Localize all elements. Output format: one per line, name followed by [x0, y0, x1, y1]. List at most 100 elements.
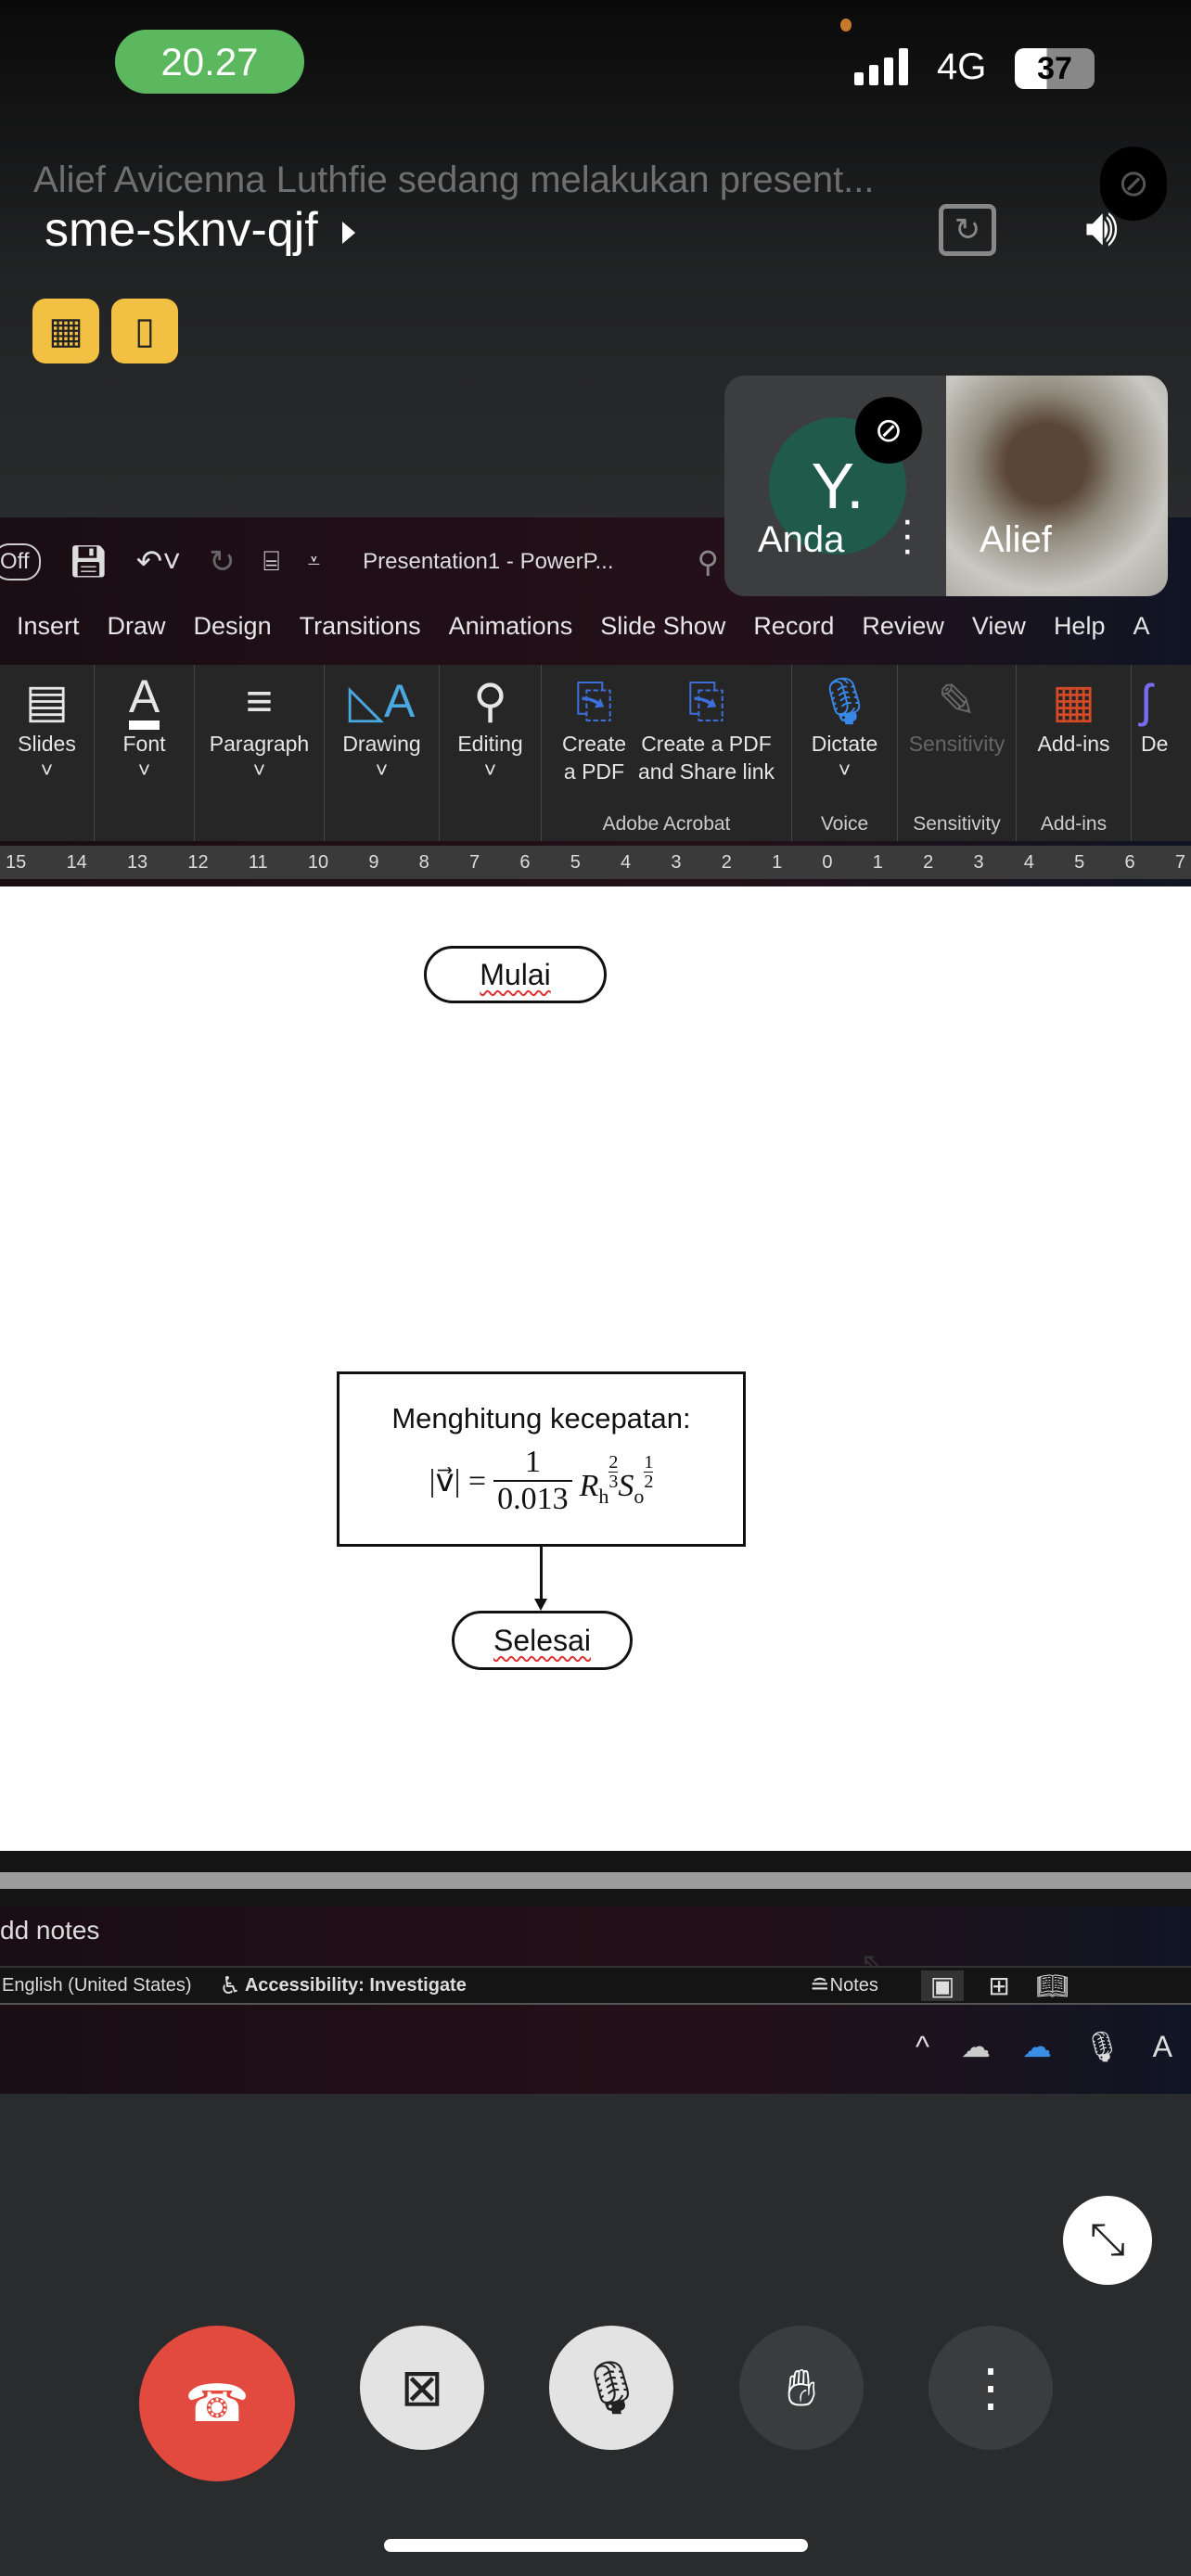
end-call-button[interactable]: ☎︎ — [139, 2326, 295, 2481]
drawing-button[interactable]: ◺A Drawing ˅ — [325, 665, 440, 841]
tab-review[interactable]: Review — [862, 612, 944, 641]
ruler-tick: 7 — [1174, 851, 1185, 873]
arrow-head — [534, 1599, 547, 1611]
host-controls-icon[interactable]: ▦ — [32, 299, 99, 363]
tab-help[interactable]: Help — [1054, 612, 1106, 641]
microphone-icon[interactable]: 🎙︎ — [1083, 2029, 1121, 2064]
mic-toggle-button[interactable]: 🎙︎ — [549, 2326, 673, 2450]
flowchart-process[interactable]: Menghitung kecepatan: |v⃗| = 1 0.013 Rh 2 3… — [337, 1371, 746, 1547]
sensitivity-icon: ✎ — [937, 675, 977, 727]
meeting-code[interactable]: sme-sknv-qjf — [45, 202, 355, 258]
ruler-tick: 2 — [923, 851, 934, 873]
search-icon[interactable]: ⚲ — [698, 544, 719, 580]
flowchart-end[interactable]: Selesai — [452, 1611, 633, 1670]
ruler-tick: 3 — [671, 851, 682, 873]
dictate-button[interactable]: 🎙︎ Dictate ˅ Voice — [792, 665, 898, 841]
paragraph-button[interactable]: ≡ Paragraph ˅ — [195, 665, 325, 841]
tab-transitions[interactable]: Transitions — [300, 612, 421, 641]
mic-off-icon: ⊘ — [855, 397, 922, 464]
raise-hand-button[interactable]: ✋︎ — [739, 2326, 864, 2450]
switch-camera-icon[interactable]: ↻ — [939, 204, 996, 256]
add-ins-icon: ▦ — [1051, 675, 1096, 727]
font-button[interactable]: A Font ˅ — [95, 665, 195, 841]
ruler-tick: 0 — [822, 851, 833, 873]
present-icon[interactable]: ⌸ — [263, 546, 280, 578]
ruler-tick: 5 — [570, 851, 581, 873]
slide-canvas: Mulai Menghitung kecepatan: |v⃗| = 1 0.01… — [0, 886, 1191, 1979]
create-pdf-share-button[interactable]: ⎘ Create a PDF and Share link — [637, 672, 776, 785]
tab-insert[interactable]: Insert — [17, 612, 80, 641]
ruler-tick: 4 — [621, 851, 632, 873]
slides-button[interactable]: ▤ Slides ˅ — [0, 665, 95, 841]
privacy-indicator — [840, 19, 852, 32]
tab-slide-show[interactable]: Slide Show — [600, 612, 725, 641]
tab-record[interactable]: Record — [753, 612, 834, 641]
create-pdf-button[interactable]: ⎘ Create a PDF — [557, 672, 632, 785]
tab-animations[interactable]: Animations — [449, 612, 573, 641]
customize-icon[interactable]: ⩡ — [308, 549, 321, 575]
flowchart-start[interactable]: Mulai — [424, 946, 607, 1003]
battery-level: 37 — [1037, 50, 1072, 86]
slide-sorter-icon[interactable]: ⊞ — [988, 1970, 1009, 2001]
autosave-toggle[interactable]: Off — [0, 543, 41, 580]
hang-up-icon: ☎︎ — [185, 2374, 250, 2432]
input-indicator[interactable]: A — [1153, 2030, 1172, 2064]
editing-button[interactable]: ⚲ Editing ˅ — [440, 665, 542, 841]
more-options-icon[interactable]: · · · — [901, 500, 915, 570]
ruler-tick: 11 — [248, 851, 268, 873]
speaker-icon[interactable]: 🔊︎ — [1085, 197, 1118, 259]
save-icon[interactable]: 💾︎ — [69, 543, 109, 580]
connector-arrow — [540, 1547, 543, 1604]
presenting-banner: Alief Avicenna Luthfie sedang melakukan … — [33, 159, 875, 200]
home-indicator[interactable] — [384, 2539, 808, 2552]
participant-name: Alief — [980, 519, 1052, 560]
accessibility-status[interactable]: Accessibility: Investigate — [245, 1975, 467, 1996]
onedrive-icon[interactable]: ☁ — [1022, 2029, 1052, 2064]
notes-input[interactable]: dd notes — [0, 1916, 99, 1945]
cloud-icon[interactable]: ☁ — [961, 2029, 991, 2064]
ruler-tick: 3 — [973, 851, 984, 873]
redo-icon[interactable]: ↻ — [209, 543, 236, 580]
ruler-tick: 5 — [1074, 851, 1085, 873]
mic-off-icon: 🎙︎ — [578, 2358, 645, 2417]
reading-view-icon[interactable]: 📖︎ — [1036, 1970, 1069, 2001]
door-icon[interactable]: ▯ — [111, 299, 178, 363]
tab-design[interactable]: Design — [194, 612, 272, 641]
system-tray: ^ ☁ ☁ 🎙︎ A — [916, 2029, 1172, 2064]
ruler-tick: 15 — [6, 851, 27, 873]
drawing-icon: ◺A — [348, 675, 416, 727]
tab-more[interactable]: A — [1133, 612, 1149, 641]
tab-view[interactable]: View — [972, 612, 1026, 641]
camera-toggle-button[interactable]: ⊠ — [360, 2326, 484, 2450]
ruler-tick: 12 — [187, 851, 209, 873]
hand-icon: ✋︎ — [787, 2357, 816, 2417]
designer-button[interactable]: ʃ De — [1132, 665, 1191, 841]
time-pill[interactable]: 20.27 — [115, 30, 304, 94]
more-options-button[interactable]: ⋮ — [928, 2326, 1053, 2450]
ribbon-tabs: Insert Draw Design Transitions Animation… — [17, 612, 1177, 641]
status-bar: English (United States) ♿︎ Accessibility… — [0, 1966, 1191, 2005]
self-name: Anda — [758, 519, 845, 560]
notes-icon: ≘ — [809, 1970, 830, 1999]
horizontal-scrollbar[interactable] — [0, 1872, 1191, 1889]
group-label: Voice — [820, 813, 869, 835]
add-ins-button[interactable]: ▦ Add-ins Add-ins — [1017, 665, 1132, 841]
more-vert-icon: ⋮ — [965, 2358, 1017, 2417]
sensitivity-button[interactable]: ✎ Sensitivity Sensitivity — [898, 665, 1017, 841]
tab-draw[interactable]: Draw — [108, 612, 166, 641]
pdf-icon: ⎘ — [575, 675, 613, 727]
window-title: Presentation1 - PowerP... — [363, 549, 614, 574]
chevron-up-icon[interactable]: ^ — [916, 2030, 929, 2064]
ruler-tick: 7 — [469, 851, 480, 873]
ruler-tick: 1 — [872, 851, 883, 873]
ruler-tick: 9 — [368, 851, 379, 873]
undo-icon[interactable]: ↶˅ — [136, 543, 181, 580]
ruler-tick: 2 — [721, 851, 732, 873]
exit-fullscreen-button[interactable]: ⤡ — [1063, 2196, 1152, 2285]
ruler-tick: 14 — [66, 851, 87, 873]
language[interactable]: English (United States) — [2, 1975, 192, 1996]
ribbon: ▤ Slides ˅ A Font ˅ ≡ Paragraph ˅ ◺A Drawing ˅ ⚲… — [0, 665, 1191, 841]
normal-view-icon[interactable]: ▣ — [920, 1970, 965, 2001]
notes-button[interactable]: Notes — [830, 1975, 878, 1996]
ruler-tick: 13 — [126, 851, 148, 873]
